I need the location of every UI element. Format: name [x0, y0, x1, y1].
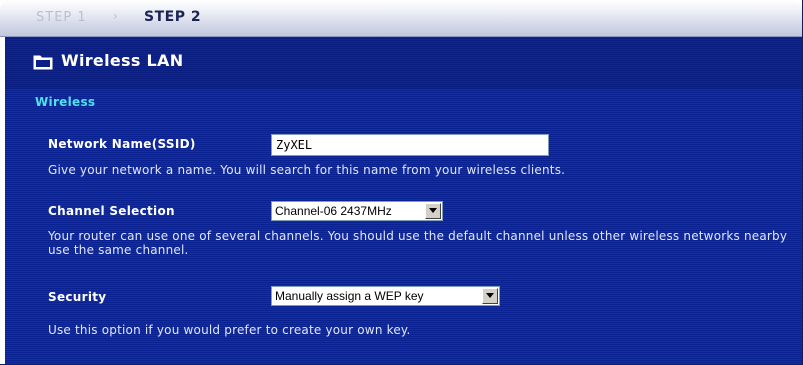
folder-icon	[33, 55, 53, 70]
step-2-tab[interactable]: STEP 2	[144, 9, 201, 25]
title-bar: Wireless LAN	[5, 37, 802, 89]
channel-select[interactable]: Channel-06 2437MHz	[271, 201, 443, 221]
channel-label: Channel Selection	[48, 204, 175, 218]
channel-description: Your router can use one of several chann…	[48, 229, 788, 257]
chevron-right-icon: ›	[113, 9, 118, 23]
security-description: Use this option if you would prefer to c…	[48, 323, 411, 337]
step-1-tab[interactable]: STEP 1	[36, 10, 87, 25]
settings-panel: Wireless LAN Wireless Network Name(SSID)…	[5, 37, 802, 364]
chevron-down-icon	[486, 293, 494, 298]
wizard-step-bar: STEP 1 › STEP 2	[0, 0, 802, 37]
security-label: Security	[48, 290, 107, 304]
ssid-input[interactable]: ZyXEL	[271, 134, 549, 156]
security-dropdown-button[interactable]	[482, 288, 498, 304]
section-heading: Wireless	[35, 95, 96, 109]
channel-select-value: Channel-06 2437MHz	[275, 204, 392, 218]
security-select-value: Manually assign a WEP key	[275, 289, 424, 303]
chevron-down-icon	[429, 208, 437, 213]
ssid-label: Network Name(SSID)	[48, 137, 196, 151]
security-select[interactable]: Manually assign a WEP key	[271, 286, 500, 306]
page-title: Wireless LAN	[61, 51, 184, 70]
ssid-description: Give your network a name. You will searc…	[48, 163, 566, 177]
channel-dropdown-button[interactable]	[425, 203, 441, 219]
wizard-window: STEP 1 › STEP 2 Wireless LAN Wireless Ne…	[0, 0, 803, 365]
